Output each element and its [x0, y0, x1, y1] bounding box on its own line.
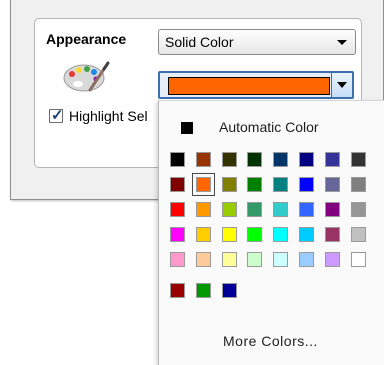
color-swatch[interactable] — [195, 152, 211, 167]
color-swatch[interactable] — [221, 227, 237, 242]
color-swatch[interactable] — [195, 227, 211, 242]
chevron-down-icon — [337, 40, 347, 45]
color-swatch[interactable] — [221, 152, 237, 167]
color-swatch[interactable] — [324, 177, 340, 192]
color-swatch[interactable] — [299, 152, 314, 167]
color-swatch[interactable] — [195, 202, 211, 217]
color-swatch[interactable] — [273, 152, 289, 167]
color-swatch[interactable] — [299, 202, 314, 217]
color-swatch[interactable] — [221, 202, 237, 217]
more-colors-button[interactable]: More Colors... — [223, 333, 318, 349]
color-swatch[interactable] — [247, 202, 263, 217]
color-swatch[interactable] — [247, 252, 263, 267]
color-swatch[interactable] — [247, 177, 263, 192]
color-swatch[interactable] — [273, 202, 289, 217]
appearance-select-value: Solid Color — [165, 34, 234, 50]
color-swatch[interactable] — [221, 177, 237, 192]
color-picker-popup: Automatic Color More Colors... — [158, 100, 384, 365]
color-swatch[interactable] — [299, 227, 314, 242]
color-swatch[interactable] — [221, 283, 237, 298]
color-swatch[interactable] — [324, 152, 340, 167]
color-swatch[interactable] — [350, 202, 366, 217]
highlight-checkbox[interactable]: ✓ — [49, 107, 64, 124]
paint-palette-icon — [63, 61, 110, 92]
color-swatch[interactable] — [324, 227, 340, 242]
color-swatch[interactable] — [170, 252, 185, 267]
color-swatch[interactable] — [273, 252, 289, 267]
color-swatch[interactable] — [273, 177, 289, 192]
color-swatch[interactable] — [299, 177, 314, 192]
color-swatch[interactable] — [170, 177, 185, 192]
color-swatch[interactable] — [191, 173, 215, 196]
color-swatch[interactable] — [324, 252, 340, 267]
appearance-select[interactable]: Solid Color — [158, 29, 356, 55]
chevron-down-icon — [337, 82, 347, 88]
color-swatch[interactable] — [170, 152, 185, 167]
color-dropdown-button[interactable] — [331, 73, 352, 97]
color-swatch[interactable] — [350, 177, 366, 192]
color-swatch[interactable] — [299, 252, 314, 267]
color-swatch[interactable] — [221, 252, 237, 267]
color-swatch[interactable] — [247, 152, 263, 167]
color-swatch[interactable] — [273, 227, 289, 242]
color-select[interactable] — [158, 71, 354, 99]
color-swatch[interactable] — [350, 227, 366, 242]
automatic-color-label: Automatic Color — [219, 119, 319, 135]
color-swatch[interactable] — [195, 283, 211, 298]
color-swatch[interactable] — [247, 227, 263, 242]
color-swatch[interactable] — [350, 152, 366, 167]
color-swatch[interactable] — [170, 202, 185, 217]
color-swatch[interactable] — [170, 283, 185, 298]
checkmark-icon: ✓ — [51, 107, 64, 124]
selected-color-swatch — [168, 77, 330, 95]
color-swatch[interactable] — [350, 252, 366, 267]
highlight-checkbox-label: Highlight Sel — [69, 108, 148, 124]
color-swatch[interactable] — [324, 202, 340, 217]
automatic-color-swatch — [181, 122, 193, 134]
appearance-label: Appearance — [46, 31, 127, 47]
color-swatch[interactable] — [195, 252, 211, 267]
color-swatch[interactable] — [170, 227, 185, 242]
